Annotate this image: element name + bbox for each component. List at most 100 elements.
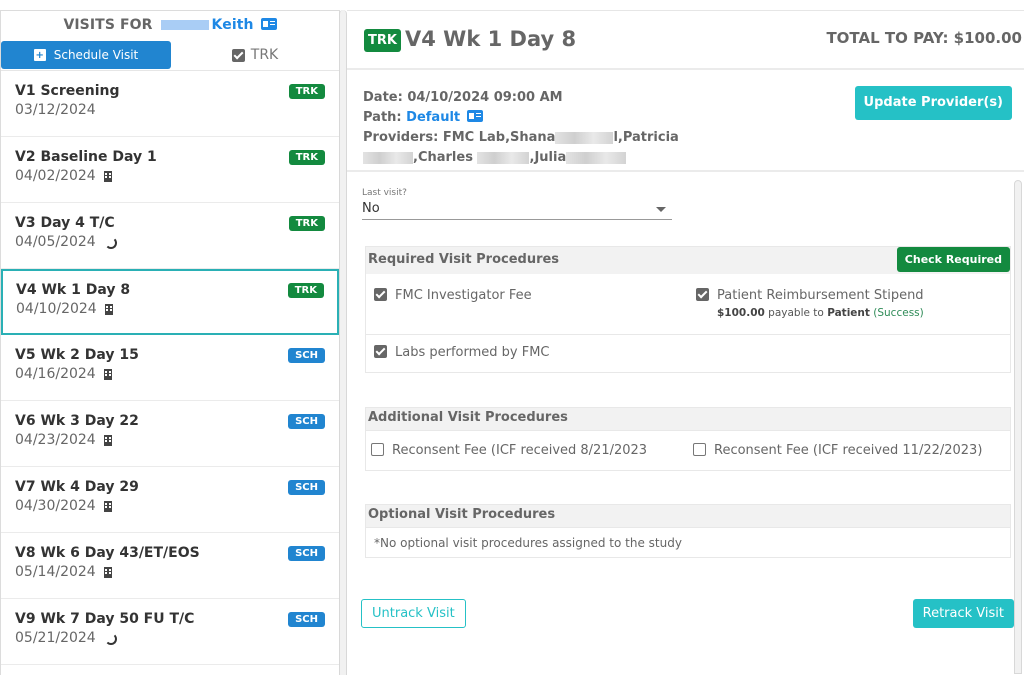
id-card-icon[interactable] (466, 110, 483, 122)
providers-label: Providers: (363, 130, 439, 145)
visit-list-item[interactable]: V3 Day 4 T/C 04/05/2024 TRK (1, 203, 339, 269)
visit-date-text: 04/16/2024 (15, 366, 96, 382)
schedule-visit-button[interactable]: Schedule Visit (1, 41, 171, 69)
providers-line: Providers: FMC Lab,Shana l,Patricia ,Char… (363, 130, 679, 165)
optional-procedures-note: *No optional visit procedures assigned t… (366, 527, 1010, 557)
procedure-row: Labs performed by FMC (366, 334, 1010, 372)
last-visit-value: No (362, 201, 380, 216)
visit-list-item[interactable]: V4 Wk 1 Day 8 04/10/2024 TRK (1, 269, 339, 335)
visit-list-item[interactable]: V5 Wk 2 Day 15 04/16/2024 SCH (1, 335, 339, 401)
visit-list-item[interactable]: V1 Screening 03/12/2024 TRK (1, 71, 339, 137)
procedures-scroll-area: Last visit? No Required Visit Procedures… (347, 172, 1024, 674)
visit-name: V5 Wk 2 Day 15 (15, 347, 139, 363)
last-visit-select[interactable]: No (362, 198, 672, 220)
visit-list: V1 Screening 03/12/2024 TRK V2 Baseline Day… (1, 71, 339, 665)
procedure-label: Patient Reimbursement Stipend (717, 288, 924, 303)
procedure-label: Reconsent Fee (ICF received 8/21/2023 (392, 443, 648, 458)
visit-name: V1 Screening (15, 83, 120, 99)
redacted-surname (477, 151, 530, 164)
procedures-scrollbar[interactable] (1014, 180, 1022, 674)
visit-date-text: 04/30/2024 (15, 498, 96, 514)
building-icon (104, 303, 113, 315)
visits-title: VISITS FOR Keith (1, 11, 339, 41)
untrack-visit-button[interactable]: Untrack Visit (361, 599, 466, 628)
procedure-item[interactable]: Reconsent Fee (ICF received 11/22/2023) (688, 431, 1010, 470)
visit-title: V4 Wk 1 Day 8 (405, 27, 577, 51)
visit-date: 05/21/2024 (15, 630, 325, 646)
visit-list-item[interactable]: V2 Baseline Day 1 04/02/2024 TRK (1, 137, 339, 203)
procedure-item[interactable]: Patient Reimbursement Stipend $100.00 pa… (688, 274, 1010, 334)
path-label: Path: (363, 110, 402, 125)
schedule-visit-label: Schedule Visit (53, 48, 139, 62)
visit-status-badge: SCH (288, 480, 325, 495)
visit-detail-panel: TRK V4 Wk 1 Day 8 TOTAL TO PAY: $100.00 … (347, 10, 1024, 675)
checkbox-checked-icon[interactable] (374, 345, 387, 358)
retrack-visit-button[interactable]: Retrack Visit (912, 599, 1014, 628)
visit-date: 04/05/2024 (15, 234, 325, 250)
visit-detail-header: TRK V4 Wk 1 Day 8 TOTAL TO PAY: $100.00 (347, 11, 1024, 70)
visit-name: V4 Wk 1 Day 8 (16, 282, 131, 298)
provider-name: Shana (510, 130, 556, 145)
last-visit-label: Last visit? (362, 188, 407, 198)
checkbox-empty-icon[interactable] (693, 443, 706, 456)
visit-status-badge: SCH (288, 612, 325, 627)
redacted-surname (555, 131, 614, 144)
procedure-item[interactable]: Labs performed by FMC (366, 335, 1010, 372)
required-procedures-section: Required Visit Procedures Check Required… (365, 246, 1011, 373)
procedure-label: Labs performed by FMC (395, 345, 550, 360)
visit-date-text: 04/10/2024 (16, 301, 97, 317)
checkbox-empty-icon[interactable] (371, 443, 384, 456)
visit-name: V2 Baseline Day 1 (15, 149, 157, 165)
visit-info: Date: 04/10/2024 09:00 AM Path: Default … (347, 70, 1024, 172)
redacted-surname (566, 151, 627, 164)
visit-date-text: 04/23/2024 (15, 432, 96, 448)
procedure-row: Reconsent Fee (ICF received 8/21/2023 Re… (366, 430, 1010, 470)
visit-status-badge: SCH (288, 348, 325, 363)
building-icon (103, 500, 112, 512)
visit-status-badge: SCH (288, 546, 325, 561)
procedure-item[interactable]: Reconsent Fee (ICF received 8/21/2023 (366, 431, 688, 470)
visit-status-badge: TRK (288, 84, 325, 99)
visit-date: 05/14/2024 (15, 564, 325, 580)
procedure-item[interactable]: FMC Investigator Fee (366, 274, 688, 334)
payee: Patient (827, 307, 870, 319)
path-link[interactable]: Default (406, 110, 460, 125)
visit-list-item[interactable]: V9 Wk 7 Day 50 FU T/C 05/21/2024 SCH (1, 599, 339, 665)
visit-date: 04/02/2024 (15, 168, 325, 184)
visit-date-text: 03/12/2024 (15, 102, 96, 118)
visits-title-prefix: VISITS FOR (63, 17, 153, 33)
visit-date: 04/23/2024 (15, 432, 325, 448)
visit-list-item[interactable]: V7 Wk 4 Day 29 04/30/2024 SCH (1, 467, 339, 533)
total-to-pay: TOTAL TO PAY: $100.00 (826, 29, 1022, 47)
visit-date-text: 04/02/2024 (15, 168, 96, 184)
sidebar-scrollbar[interactable] (339, 10, 347, 675)
patient-name-link[interactable]: Keith (212, 17, 254, 33)
visit-status-badge: TRK (364, 29, 401, 52)
visit-date-text: 05/21/2024 (15, 630, 96, 646)
additional-procedures-section: Additional Visit Procedures Reconsent Fe… (365, 407, 1011, 471)
optional-procedures-section: Optional Visit Procedures *No optional v… (365, 504, 1011, 558)
checkbox-checked-icon[interactable] (374, 288, 387, 301)
provider-name: Patricia (622, 130, 679, 145)
visit-list-item[interactable]: V8 Wk 6 Day 43/ET/EOS 05/14/2024 SCH (1, 533, 339, 599)
id-card-icon[interactable] (260, 18, 277, 30)
procedure-row: FMC Investigator Fee Patient Reimburseme… (366, 274, 1010, 334)
stipend-payment-info: $100.00 payable to Patient (Success) (717, 307, 924, 319)
visit-name: V7 Wk 4 Day 29 (15, 479, 139, 495)
visits-sidebar: VISITS FOR Keith Schedule Visit TRK V1 S… (0, 10, 340, 675)
check-required-button[interactable]: Check Required (896, 247, 1010, 272)
procedure-label: Reconsent Fee (ICF received 11/22/2023) (714, 443, 983, 458)
trk-filter-checkbox[interactable]: TRK (171, 41, 339, 69)
visit-list-item[interactable]: V6 Wk 3 Day 22 04/23/2024 SCH (1, 401, 339, 467)
visit-date: 03/12/2024 (15, 102, 325, 118)
checkbox-checked-icon[interactable] (696, 288, 709, 301)
additional-procedures-header: Additional Visit Procedures (366, 408, 1010, 430)
optional-procedures-header: Optional Visit Procedures (366, 505, 1010, 527)
provider-name: Charles (417, 150, 473, 165)
update-providers-button[interactable]: Update Provider(s) (854, 86, 1012, 120)
provider-name: Julia (534, 150, 567, 165)
calendar-plus-icon (33, 49, 46, 61)
visit-date: 04/16/2024 (15, 366, 325, 382)
visit-date: 04/10/2024 (16, 301, 324, 317)
payment-status: (Success) (873, 307, 924, 319)
